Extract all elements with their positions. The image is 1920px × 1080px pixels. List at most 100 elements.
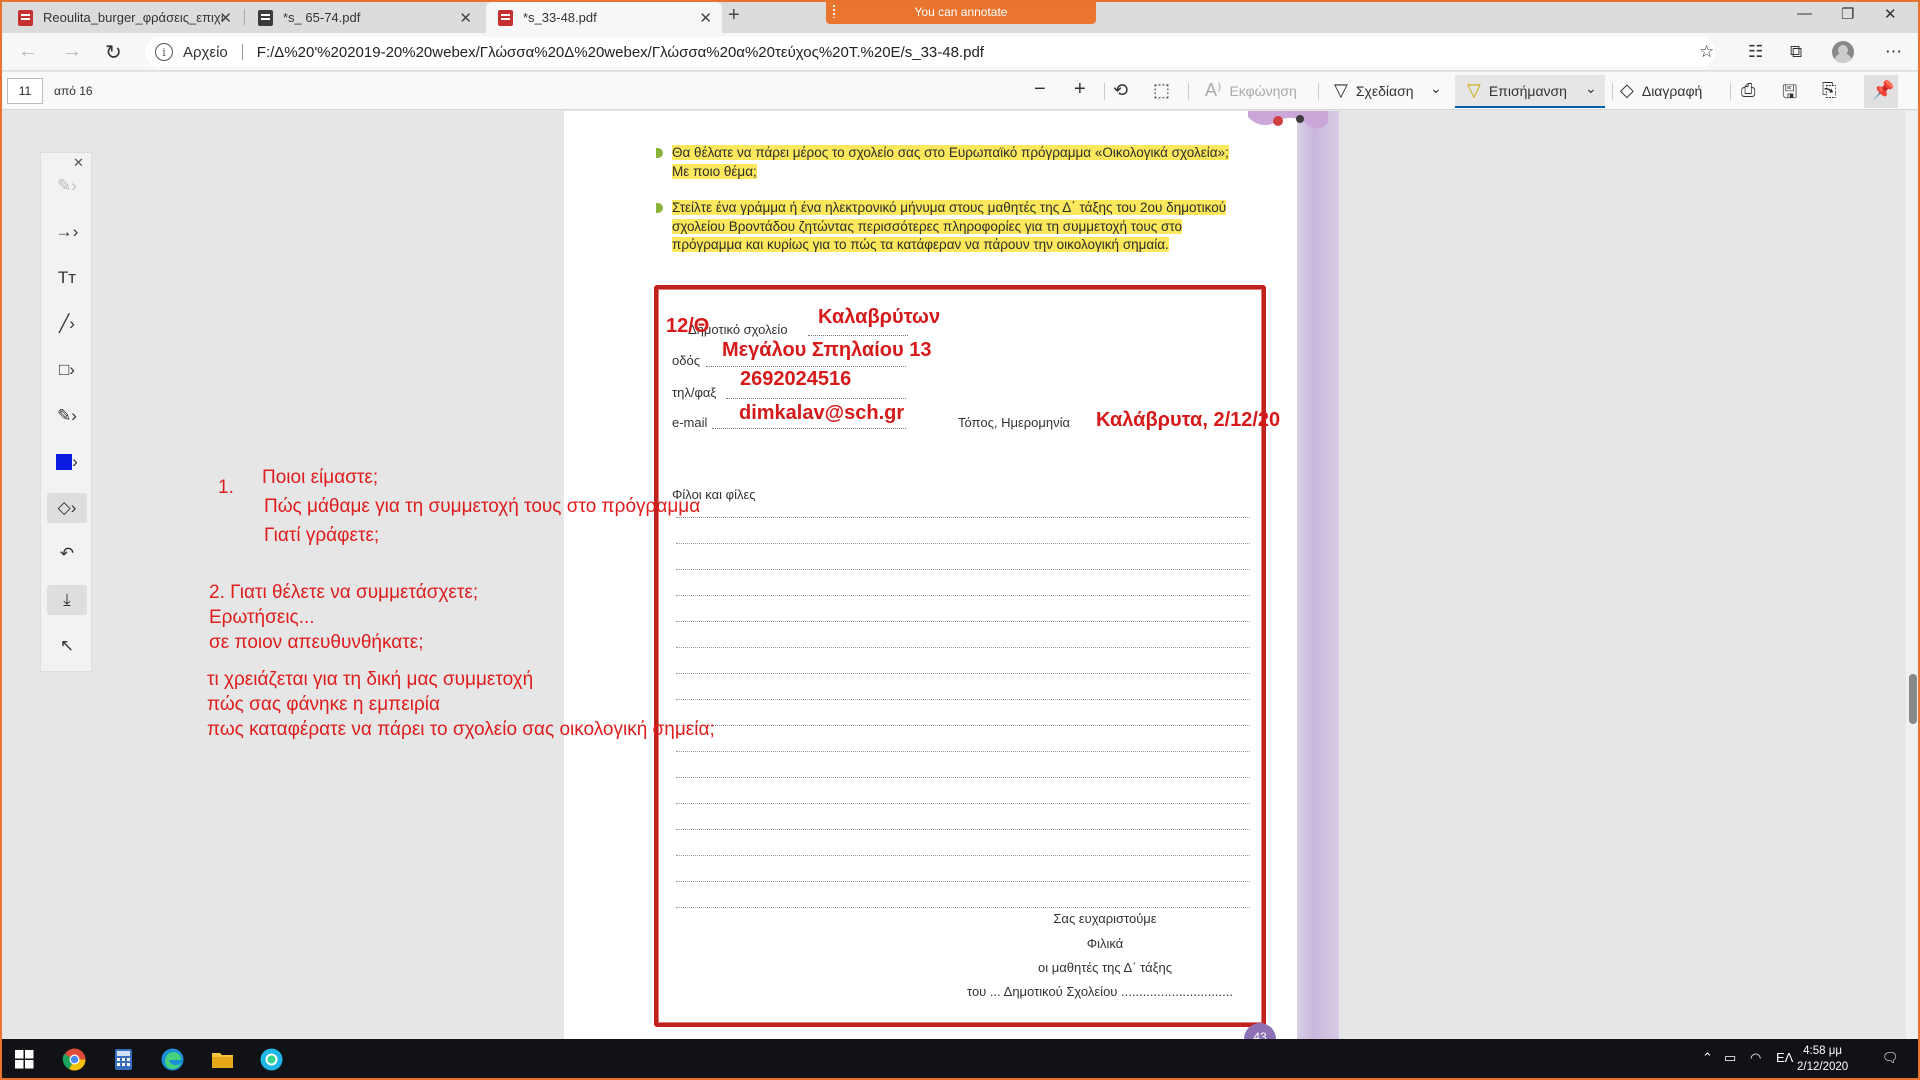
tab-title: *s_ 65-74.pdf xyxy=(283,10,361,25)
drag-grip-icon[interactable] xyxy=(832,4,836,18)
taskbar: ⌃ ▭ ◠ ΕΛ 4:58 μμ 2/12/2020 🗨 xyxy=(0,1039,1920,1080)
bullet-text: Θα θέλατε να πάρει μέρος το σχολείο σας … xyxy=(672,145,1229,179)
filled-school-number: 12/Θ xyxy=(666,315,710,337)
page-number-input[interactable]: 11 xyxy=(7,78,43,104)
windows-start-icon[interactable] xyxy=(12,1047,37,1072)
tab-title: Reoulita_burger_φράσεις_επιχειρ xyxy=(43,10,223,25)
page-decoration-strip xyxy=(1297,111,1339,1039)
pdf-toolbar: 11 από 16 − + ⟲ ⬚ A⁾ Εκφώνηση ▽ Σχεδίαση… xyxy=(0,72,1920,110)
note-text: σε ποιον απευθυνθήκατε; xyxy=(209,632,424,653)
eraser-tool-icon[interactable]: ◇› xyxy=(47,493,87,523)
forward-icon[interactable]: → xyxy=(62,40,82,63)
zoom-in-icon[interactable]: + xyxy=(1074,78,1086,101)
zoom-out-icon[interactable]: − xyxy=(1034,78,1046,101)
read-aloud-button[interactable]: A⁾ Εκφώνηση xyxy=(1205,80,1297,101)
back-icon[interactable]: ← xyxy=(18,40,38,63)
undo-icon[interactable]: ↶ xyxy=(47,539,87,569)
tab-s33-48[interactable]: *s_33-48.pdf ✕ xyxy=(486,2,722,33)
draw-dropdown-icon[interactable]: ⌄ xyxy=(1430,80,1442,97)
read-aloud-icon: A⁾ xyxy=(1205,80,1222,100)
highlight-label: Επισήμανση xyxy=(1488,82,1567,99)
clock-date: 2/12/2020 xyxy=(1797,1061,1849,1073)
pdf-file-icon xyxy=(258,9,273,26)
scroll-thumb[interactable] xyxy=(1909,674,1917,724)
pencil-tool-icon[interactable]: ✎› xyxy=(47,401,87,431)
battery-icon[interactable]: ▭ xyxy=(1724,1050,1736,1066)
letter-form-box xyxy=(654,285,1266,1027)
line-tool-icon[interactable]: ╱› xyxy=(47,309,87,339)
tray-chevron-icon[interactable]: ⌃ xyxy=(1702,1050,1713,1066)
fit-page-icon[interactable]: ⬚ xyxy=(1153,80,1170,101)
pdf-file-icon xyxy=(18,9,33,26)
closing-school-line: του ... Δημοτικού Σχολείου .............… xyxy=(967,984,1233,999)
calculator-icon[interactable] xyxy=(111,1047,136,1072)
arrow-tool-icon[interactable]: →› xyxy=(47,217,87,247)
page-count: από 16 xyxy=(54,84,93,98)
save-icon[interactable]: 🖫 xyxy=(1782,80,1797,110)
save-annotations-icon[interactable]: ⤓ xyxy=(47,585,87,615)
restore-icon[interactable]: ❐ xyxy=(1841,5,1854,23)
note-text: 1. xyxy=(218,477,234,498)
minimize-icon[interactable]: — xyxy=(1797,5,1812,22)
highlight-icon: ▽ xyxy=(1467,80,1481,100)
chrome-icon[interactable] xyxy=(62,1047,87,1072)
draw-icon: ▽ xyxy=(1334,80,1348,100)
filled-street: Μεγάλου Σπηλαίου 13 xyxy=(722,339,932,361)
email-label: e-mail xyxy=(672,415,708,430)
url-field[interactable]: i Αρχείο F:/Δ%20'%202019-20%20webex/Γλώσ… xyxy=(145,37,1715,67)
file-explorer-icon[interactable] xyxy=(210,1047,235,1072)
close-tab-icon[interactable]: ✕ xyxy=(219,9,232,27)
vertical-scrollbar[interactable] xyxy=(1906,111,1920,1039)
url-scheme-label: Αρχείο xyxy=(183,43,228,61)
tab-s65-74[interactable]: *s_ 65-74.pdf ✕ xyxy=(246,2,482,33)
tab-reoulita[interactable]: Reoulita_burger_φράσεις_επιχειρ ✕ xyxy=(6,2,242,33)
collections-icon[interactable]: ⧉ xyxy=(1790,42,1802,62)
pdf-viewer[interactable]: Θα θέλατε να πάρει μέρος το σχολείο σας … xyxy=(0,111,1920,1039)
tab-title: *s_33-48.pdf xyxy=(523,10,597,25)
pin-icon[interactable]: 📌 xyxy=(1872,80,1894,101)
edge-icon[interactable] xyxy=(160,1047,185,1072)
clock[interactable]: 4:58 μμ 2/12/2020 xyxy=(1797,1043,1848,1075)
profile-avatar[interactable] xyxy=(1832,41,1854,63)
more-menu-icon[interactable]: ⋯ xyxy=(1885,42,1902,62)
read-aloud-label: Εκφώνηση xyxy=(1229,82,1297,99)
print-icon[interactable]: ⎙ xyxy=(1741,80,1755,101)
close-panel-icon[interactable]: ✕ xyxy=(73,155,84,171)
close-tab-icon[interactable]: ✕ xyxy=(459,9,472,27)
filled-phone: 2692024516 xyxy=(740,368,852,390)
draw-button[interactable]: ▽ Σχεδίαση xyxy=(1334,80,1414,101)
highlight-button[interactable]: ▽ Επισήμανση xyxy=(1467,80,1567,101)
url-text[interactable]: F:/Δ%20'%202019-20%20webex/Γλώσσα%20Δ%20… xyxy=(257,44,984,61)
language-indicator[interactable]: ΕΛ xyxy=(1776,1050,1793,1065)
note-text: Ποιοι είμαστε; xyxy=(262,467,379,488)
color-picker-icon[interactable]: › xyxy=(47,447,87,477)
favorites-list-icon[interactable]: ☷ xyxy=(1748,42,1763,62)
rectangle-tool-icon[interactable]: □› xyxy=(47,355,87,385)
reload-icon[interactable]: ↻ xyxy=(105,40,122,65)
save-as-icon[interactable]: ⎘ xyxy=(1822,80,1836,101)
eraser-icon: ◇ xyxy=(1620,80,1634,100)
address-bar: ← → ↻ i Αρχείο F:/Δ%20'%202019-20%20webe… xyxy=(0,33,1920,71)
info-icon[interactable]: i xyxy=(155,43,173,61)
wifi-icon[interactable]: ◠ xyxy=(1750,1050,1761,1066)
select-cursor-icon[interactable]: ↖ xyxy=(47,631,87,661)
close-window-icon[interactable]: ✕ xyxy=(1884,5,1897,23)
erase-button[interactable]: ◇ Διαγραφή xyxy=(1620,80,1702,101)
filled-email: dimkalav@sch.gr xyxy=(739,402,905,424)
close-tab-icon[interactable]: ✕ xyxy=(699,9,712,27)
bullet-text: Στείλτε ένα γράμμα ή ένα ηλεκτρονικό μήν… xyxy=(672,200,1227,252)
favorite-star-icon[interactable]: ☆ xyxy=(1699,42,1714,62)
highlight-dropdown-icon[interactable]: ⌄ xyxy=(1585,80,1597,97)
note-text: 2. Γιατι θέλετε να συμμετάσχετε; xyxy=(209,582,479,603)
note-text: πώς σας φάνηκε η εμπειρία xyxy=(207,694,440,715)
notifications-icon[interactable]: 🗨 xyxy=(1882,1050,1899,1066)
pen-disabled-icon[interactable]: ✎› xyxy=(47,171,87,201)
draw-label: Σχεδίαση xyxy=(1355,82,1414,99)
text-tool-icon[interactable]: Tт xyxy=(47,263,87,293)
closing-signers: οι μαθητές της Δ΄ τάξης xyxy=(1038,960,1172,975)
pdf-file-icon xyxy=(498,9,513,26)
note-text: Ερωτήσεις... xyxy=(209,607,315,628)
new-tab-icon[interactable]: + xyxy=(728,4,740,27)
webex-icon[interactable] xyxy=(259,1047,284,1072)
rotate-icon[interactable]: ⟲ xyxy=(1113,80,1128,101)
